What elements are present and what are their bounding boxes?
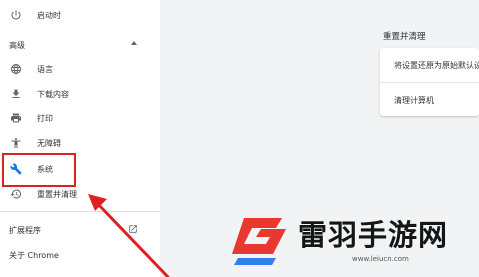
sidebar-item-languages[interactable]: 语言: [0, 58, 160, 80]
printer-icon: [9, 111, 23, 125]
sidebar-item-downloads[interactable]: 下载内容: [0, 83, 160, 105]
sidebar-divider: [0, 211, 160, 212]
watermark-url: www.leiucn.com: [352, 255, 409, 263]
sidebar-item-extensions[interactable]: 扩展程序: [9, 225, 41, 236]
download-icon: [9, 87, 23, 101]
sidebar-item-on-startup[interactable]: 启动时: [0, 4, 160, 26]
logo-icon: [232, 218, 286, 265]
row-label: 清理计算机: [394, 95, 434, 105]
highlight-box: [2, 153, 76, 187]
watermark: 雷羽手游网 www.leiucn.com: [226, 208, 479, 277]
power-icon: [9, 8, 23, 22]
sidebar-item-accessibility[interactable]: 无障碍: [0, 132, 160, 154]
sidebar-item-label: 语言: [37, 64, 53, 74]
advanced-section-title: 高级: [9, 41, 25, 50]
accessibility-icon: [9, 136, 23, 150]
reset-card: 将设置还原为原始默认设 清理计算机: [380, 48, 479, 116]
caret-up-icon[interactable]: [131, 41, 137, 45]
open-in-new-icon[interactable]: [128, 224, 138, 234]
sidebar-item-printing[interactable]: 打印: [0, 107, 160, 129]
history-icon: [9, 187, 23, 201]
globe-icon: [9, 62, 23, 76]
sidebar-item-label: 无障碍: [37, 138, 61, 148]
clean-up-computer-row[interactable]: 清理计算机: [380, 83, 479, 117]
sidebar-item-label: 重置并清理: [37, 189, 77, 199]
sidebar-item-label: 打印: [37, 113, 53, 123]
settings-sidebar: 启动时 高级 语言 下载内容 打印 无障碍 系统 重置并清理 扩展程序 关于 C…: [0, 0, 160, 277]
sidebar-item-label: 下载内容: [37, 89, 69, 99]
sidebar-item-about-chrome[interactable]: 关于 Chrome: [9, 250, 59, 261]
restore-defaults-row[interactable]: 将设置还原为原始默认设: [380, 48, 479, 82]
watermark-brand: 雷羽手游网: [298, 218, 449, 252]
sidebar-item-label: 启动时: [37, 10, 61, 20]
row-label: 将设置还原为原始默认设: [394, 60, 479, 70]
section-title-reset: 重置并清理: [383, 32, 426, 42]
